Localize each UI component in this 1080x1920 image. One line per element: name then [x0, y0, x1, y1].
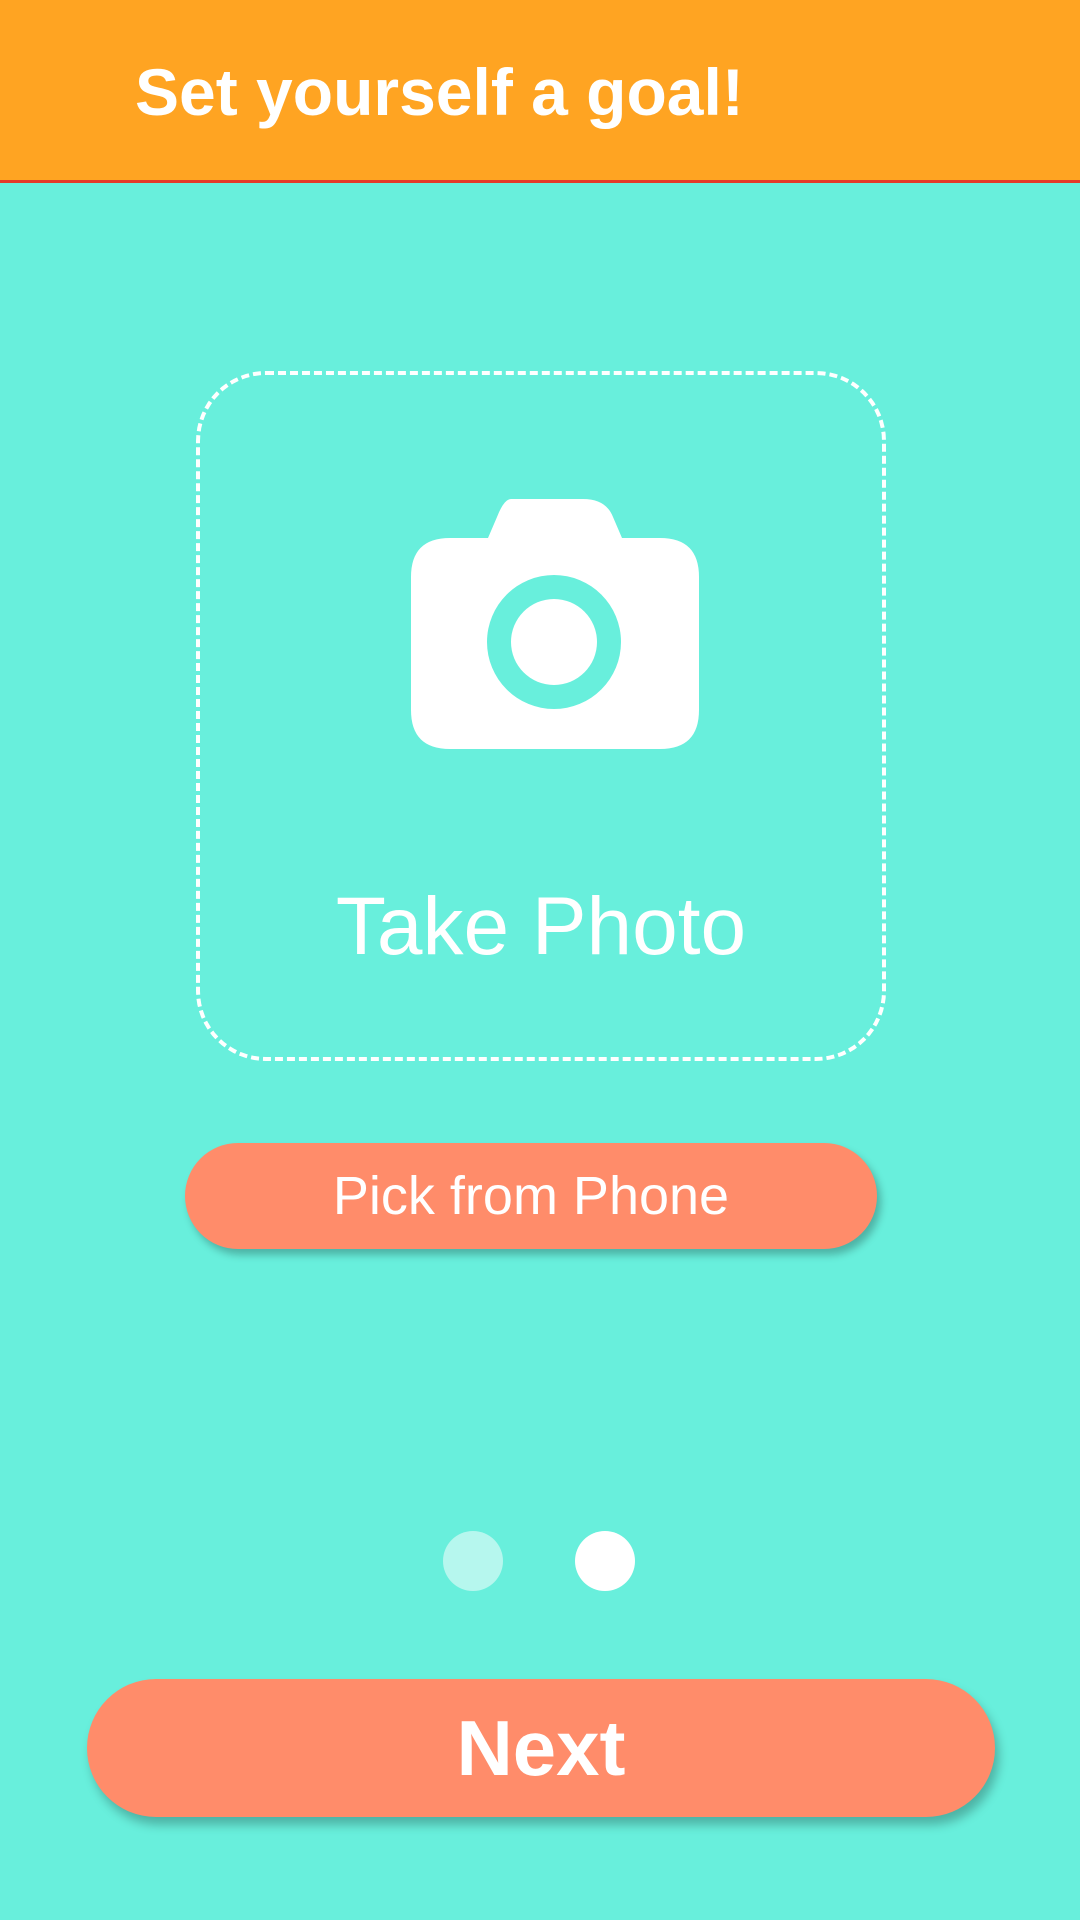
page-title: Set yourself a goal!: [135, 55, 744, 129]
app-header: Set yourself a goal!: [0, 0, 1080, 183]
take-photo-label: Take Photo: [335, 881, 747, 972]
page-dot-2-active[interactable]: [575, 1531, 635, 1591]
page-dot-1[interactable]: [443, 1531, 503, 1591]
page-indicator: [0, 1531, 1080, 1591]
take-photo-area[interactable]: Take Photo: [196, 371, 886, 1061]
camera-icon: [411, 499, 699, 749]
next-button[interactable]: Next: [87, 1679, 995, 1817]
pick-from-phone-button[interactable]: Pick from Phone: [185, 1143, 877, 1249]
